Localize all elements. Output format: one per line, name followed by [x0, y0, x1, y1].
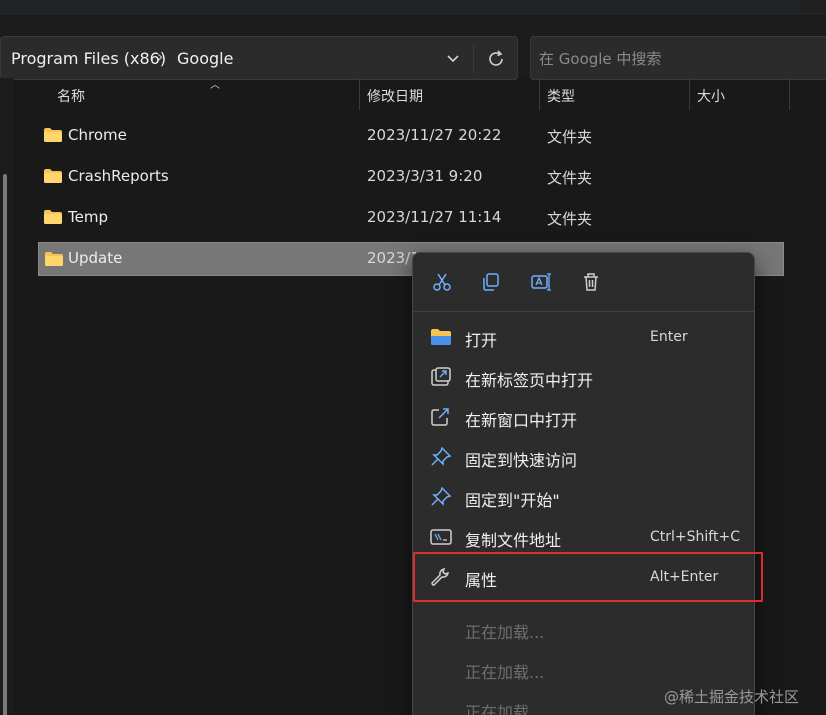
- column-name[interactable]: 名称: [57, 86, 85, 106]
- copy-path-icon: [430, 529, 452, 545]
- menu-item-shortcut: Ctrl+Shift+C: [650, 529, 740, 545]
- column-modified[interactable]: 修改日期: [367, 86, 423, 106]
- menu-item-loading: 正在加载...: [413, 609, 754, 649]
- column-divider[interactable]: [789, 78, 790, 110]
- menu-item-open-new-window[interactable]: 在新窗口中打开: [413, 397, 754, 437]
- quick-actions-bar: [413, 253, 754, 312]
- column-type[interactable]: 类型: [547, 86, 575, 106]
- sort-ascending-icon: ︿: [210, 80, 220, 91]
- menu-item-label: 在新窗口中打开: [465, 411, 578, 430]
- folder-icon: [44, 210, 62, 224]
- menu-item-label: 正在加载...: [465, 703, 545, 715]
- copy-icon[interactable]: [478, 269, 504, 295]
- menu-item-loading: 正在加载...: [413, 649, 754, 689]
- folder-open-icon: [431, 329, 451, 345]
- folder-icon: [45, 252, 63, 266]
- file-row-chrome[interactable]: Chrome 2023/11/27 20:22 文件夹: [38, 119, 784, 153]
- chevron-down-icon[interactable]: [443, 49, 463, 69]
- breadcrumb-separator-icon[interactable]: ›: [157, 47, 163, 66]
- pin-icon: [431, 447, 452, 466]
- delete-icon[interactable]: [578, 269, 604, 295]
- watermark: @稀土掘金技术社区: [664, 688, 800, 706]
- search-box[interactable]: [530, 36, 826, 80]
- vertical-scrollbar[interactable]: [0, 78, 14, 715]
- file-name: Update: [68, 249, 123, 267]
- address-bar[interactable]: Program Files (x86) › Google: [0, 36, 518, 80]
- menu-item-shortcut: Enter: [650, 329, 688, 345]
- menu-item-label: 打开: [465, 331, 498, 350]
- file-name: Chrome: [68, 126, 127, 144]
- menu-item-label: 正在加载...: [465, 623, 545, 642]
- breadcrumb-google[interactable]: Google: [177, 49, 233, 68]
- title-strip: [0, 0, 826, 14]
- menu-item-label: 在新标签页中打开: [465, 371, 594, 390]
- rename-icon[interactable]: [528, 269, 554, 295]
- menu-item-pin-start[interactable]: 固定到"开始": [413, 477, 754, 517]
- column-header: ︿ 名称 修改日期 类型 大小: [14, 78, 826, 112]
- menu-item-label: 正在加载...: [465, 663, 545, 682]
- file-modified: 2023/11/27 20:22: [367, 126, 502, 144]
- cut-icon[interactable]: [429, 269, 455, 295]
- wrench-icon: [431, 568, 449, 586]
- breadcrumb-program-files[interactable]: Program Files (x86): [11, 49, 166, 68]
- menu-item-shortcut: Alt+Enter: [650, 569, 719, 585]
- refresh-icon[interactable]: [485, 48, 507, 70]
- folder-icon: [44, 169, 62, 183]
- menu-item-pin-quick-access[interactable]: 固定到快速访问: [413, 437, 754, 477]
- column-divider[interactable]: [539, 78, 540, 110]
- menu-item-open-new-tab[interactable]: 在新标签页中打开: [413, 357, 754, 397]
- menu-item-open[interactable]: 打开 Enter: [413, 317, 754, 357]
- file-type: 文件夹: [547, 210, 593, 228]
- menu-item-label: 固定到"开始": [465, 491, 560, 510]
- menu-item-label: 固定到快速访问: [465, 451, 578, 470]
- navigation-toolbar: Program Files (x86) › Google: [0, 14, 826, 80]
- file-modified: 2023/3/31 9:20: [367, 167, 483, 185]
- divider: [473, 45, 474, 73]
- file-name: Temp: [68, 208, 108, 226]
- menu-item-label: 复制文件地址: [465, 531, 562, 550]
- file-type: 文件夹: [547, 169, 593, 187]
- file-type: 文件夹: [547, 128, 593, 146]
- new-window-icon: [431, 408, 449, 426]
- menu-item-label: 属性: [465, 571, 498, 590]
- pin-start-icon: [431, 487, 452, 506]
- folder-icon: [44, 128, 62, 142]
- scrollbar-thumb[interactable]: [3, 174, 7, 715]
- column-divider[interactable]: [689, 78, 690, 110]
- file-name: CrashReports: [68, 167, 169, 185]
- file-modified: 2023/11/27 11:14: [367, 208, 502, 226]
- menu-item-properties[interactable]: 属性 Alt+Enter: [413, 557, 754, 597]
- column-size[interactable]: 大小: [697, 86, 725, 106]
- new-tab-icon: [431, 367, 451, 386]
- context-menu: 打开 Enter 在新标签页中打开 在新窗口中打开 固定到快速访问 固定到"开始…: [412, 252, 755, 715]
- menu-item-copy-path[interactable]: 复制文件地址 Ctrl+Shift+C: [413, 517, 754, 557]
- file-row-temp[interactable]: Temp 2023/11/27 11:14 文件夹: [38, 201, 784, 235]
- file-row-crashreports[interactable]: CrashReports 2023/3/31 9:20 文件夹: [38, 160, 784, 194]
- column-divider[interactable]: [359, 78, 360, 110]
- search-input[interactable]: [539, 47, 819, 71]
